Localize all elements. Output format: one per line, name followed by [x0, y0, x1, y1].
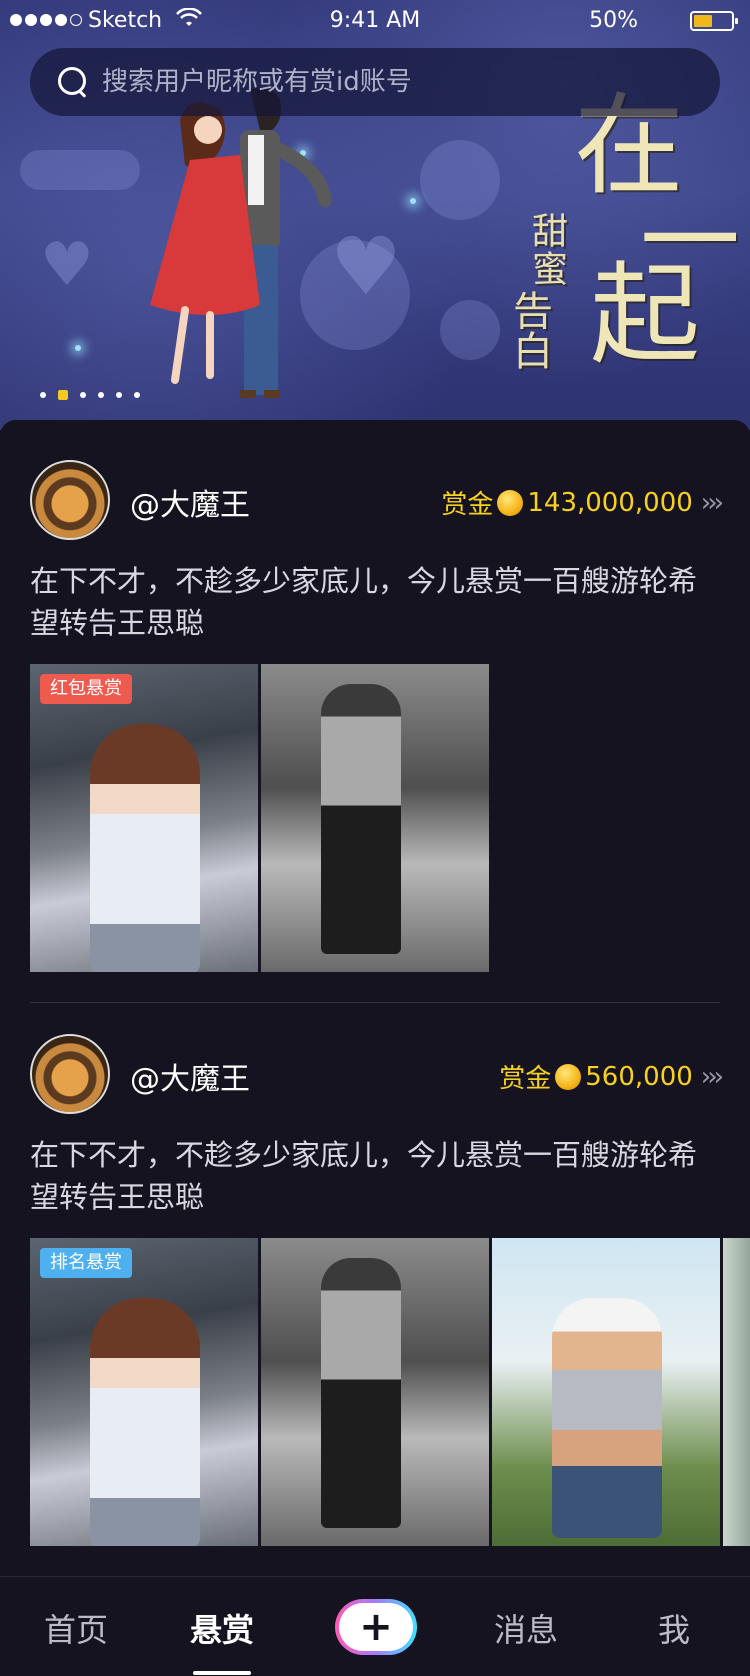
- carousel-dot[interactable]: [134, 392, 140, 398]
- reward-amount-link[interactable]: 赏金 560,000 ›››: [499, 1058, 724, 1095]
- post-image[interactable]: 排名悬赏: [30, 1238, 258, 1546]
- reward-label: 赏金: [499, 1064, 552, 1094]
- photo-subject: [90, 1298, 200, 1546]
- divider: [30, 1002, 720, 1003]
- tab-reward[interactable]: 悬赏: [190, 1605, 254, 1651]
- post-text: 在下不才，不趁多少家底儿，今儿悬赏一百艘游轮希望转告王思聪: [30, 564, 698, 640]
- reward-type-tag: 红包悬赏: [40, 674, 132, 704]
- bottom-tab-bar: 首页 悬赏 + 消息 我: [0, 1576, 750, 1676]
- banner-subtitle: 告白: [506, 290, 552, 370]
- status-bar: Sketch 9:41 AM 50%: [0, 0, 750, 44]
- photo-subject: [321, 684, 401, 954]
- carousel-indicator[interactable]: [40, 390, 140, 400]
- carousel-dot[interactable]: [40, 392, 46, 398]
- post-image[interactable]: [492, 1238, 720, 1546]
- post-image[interactable]: [261, 664, 489, 972]
- reward-feed[interactable]: @大魔王 赏金 143,000,000 ››› 在下不才，不趁多少家底儿，今儿悬…: [0, 420, 750, 1580]
- sparkle-icon: [410, 198, 416, 204]
- battery-percent: 50%: [589, 8, 638, 33]
- chevron-right-icon: ›››: [700, 487, 724, 518]
- carousel-dot[interactable]: [80, 392, 86, 398]
- banner-title-char: 起: [590, 251, 700, 379]
- tab-home[interactable]: 首页: [44, 1605, 108, 1651]
- search-bar[interactable]: [30, 48, 720, 116]
- battery-icon: [690, 11, 738, 31]
- reward-amount: 143,000,000: [527, 487, 693, 518]
- search-input[interactable]: [102, 67, 662, 97]
- top-banner[interactable]: ♥ ♥ 在 一 起 甜蜜 告白 Sketch 9:41 AM 50%: [0, 0, 750, 430]
- heart-icon: ♥: [40, 230, 94, 300]
- reward-amount: 560,000: [585, 1061, 693, 1092]
- post-image[interactable]: [723, 1238, 750, 1546]
- tab-messages[interactable]: 消息: [494, 1605, 558, 1651]
- heart-icon: ♥: [330, 220, 402, 313]
- chevron-right-icon: ›››: [700, 1061, 724, 1092]
- photo-subject: [321, 1258, 401, 1528]
- reward-amount-link[interactable]: 赏金 143,000,000 ›››: [441, 484, 724, 521]
- carousel-dot[interactable]: [116, 392, 122, 398]
- photo-subject: [552, 1298, 662, 1538]
- plus-icon: +: [339, 1603, 413, 1651]
- coin-icon: [555, 1063, 582, 1090]
- banner-decoration: [420, 140, 500, 220]
- banner-decoration: [20, 150, 140, 190]
- post-image[interactable]: 红包悬赏: [30, 664, 258, 972]
- post-text: 在下不才，不趁多少家底儿，今儿悬赏一百艘游轮希望转告王思聪: [30, 1138, 698, 1214]
- couple-illustration: [150, 87, 332, 398]
- banner-subtitle: 甜蜜: [526, 212, 567, 288]
- username[interactable]: @大魔王: [130, 1054, 250, 1098]
- reward-label: 赏金: [441, 490, 494, 520]
- banner-decoration: [440, 300, 500, 360]
- username[interactable]: @大魔王: [130, 480, 250, 524]
- avatar[interactable]: [30, 460, 110, 540]
- photo-subject: [90, 724, 200, 972]
- active-tab-indicator: [193, 1671, 251, 1675]
- carousel-dot[interactable]: [98, 392, 104, 398]
- post-image[interactable]: [261, 1238, 489, 1546]
- reward-type-tag: 排名悬赏: [40, 1248, 132, 1278]
- post-images: 红包悬赏: [30, 664, 489, 972]
- sparkle-icon: [75, 345, 81, 351]
- avatar[interactable]: [30, 1034, 110, 1114]
- tab-me[interactable]: 我: [658, 1605, 690, 1651]
- post-images[interactable]: 排名悬赏: [30, 1238, 750, 1546]
- publish-button[interactable]: +: [335, 1599, 417, 1655]
- coin-icon: [497, 489, 524, 516]
- carousel-dot[interactable]: [58, 390, 68, 400]
- search-icon: [58, 67, 88, 97]
